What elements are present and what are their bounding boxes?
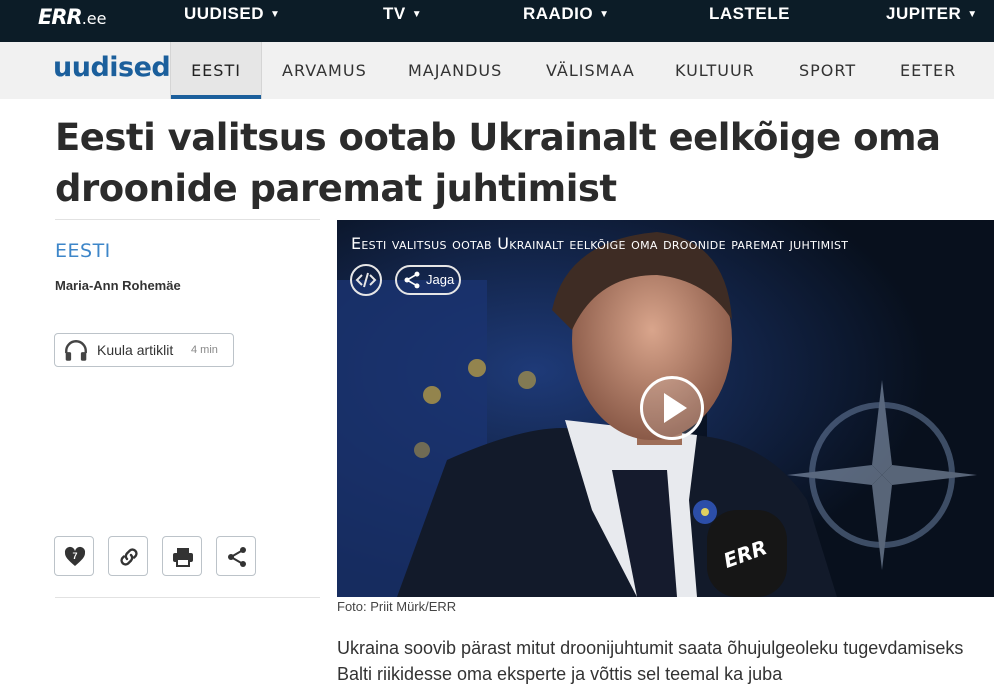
- video-share-button[interactable]: Jaga: [395, 265, 461, 295]
- article-author[interactable]: Maria-Ann Rohemäe: [55, 278, 181, 293]
- tab-kultuur[interactable]: KULTUUR: [675, 42, 755, 99]
- tab-valismaa[interactable]: VÄLISMAA: [546, 42, 635, 99]
- share-icon: [228, 547, 246, 567]
- photo-caption: Foto: Priit Mürk/ERR: [337, 599, 457, 614]
- print-icon: [173, 548, 193, 567]
- video-share-label: Jaga: [426, 272, 455, 287]
- like-count: 7: [72, 551, 77, 561]
- caret-down-icon: ▼: [967, 9, 978, 20]
- article-lead: Ukraina soovib pärast mitut droonijuhtum…: [337, 638, 964, 684]
- embed-code-button[interactable]: [350, 264, 382, 296]
- uudised-brand-logo[interactable]: uudised: [53, 52, 171, 83]
- divider: [55, 597, 320, 598]
- tab-majandus[interactable]: MAJANDUS: [408, 42, 502, 99]
- caret-down-icon: ▼: [599, 9, 610, 20]
- topnav-jupiter[interactable]: JUPITER ▼: [886, 4, 978, 24]
- err-logo[interactable]: ERR.ee: [38, 5, 106, 29]
- section-navigation: uudised EESTI ARVAMUS MAJANDUS VÄLISMAA …: [0, 42, 994, 99]
- headphones-icon: [63, 338, 89, 369]
- topnav-tv[interactable]: TV ▼: [383, 4, 422, 24]
- play-icon: [664, 393, 687, 423]
- embed-code-icon: [355, 272, 377, 288]
- share-icon: [404, 271, 420, 289]
- article-category[interactable]: EESTI: [55, 240, 111, 262]
- caret-down-icon: ▼: [270, 9, 281, 20]
- article-headline: Eesti valitsus ootab Ukrainalt eelkõige …: [55, 116, 941, 210]
- video-player[interactable]: ERR Eesti valitsus ootab Ukrainalt eelkõ…: [337, 220, 994, 597]
- link-icon: [120, 548, 138, 566]
- divider: [55, 219, 320, 220]
- tab-arvamus[interactable]: ARVAMUS: [282, 42, 367, 99]
- tab-sport[interactable]: SPORT: [799, 42, 856, 99]
- topnav-lastele[interactable]: LASTELE: [709, 4, 790, 24]
- print-button[interactable]: [162, 536, 202, 576]
- listen-duration: 4 min: [191, 344, 218, 356]
- share-button[interactable]: [216, 536, 256, 576]
- video-title: Eesti valitsus ootab Ukrainalt eelkõige …: [351, 234, 849, 253]
- top-navigation-bar: ERR.ee UUDISED ▼ TV ▼ RAADIO ▼ LASTELE JUPI…: [0, 0, 994, 42]
- caret-down-icon: ▼: [411, 9, 423, 20]
- listen-article-button[interactable]: Kuula artiklit 4 min: [54, 333, 234, 367]
- listen-label: Kuula artiklit: [97, 342, 174, 358]
- copy-link-button[interactable]: [108, 536, 148, 576]
- topnav-raadio[interactable]: RAADIO ▼: [523, 4, 609, 24]
- heart-icon: 7: [64, 546, 86, 566]
- tab-eesti[interactable]: EESTI: [170, 42, 262, 99]
- like-button[interactable]: 7: [54, 536, 94, 576]
- topnav-uudised[interactable]: UUDISED ▼: [184, 4, 280, 24]
- play-button[interactable]: [640, 376, 704, 440]
- tab-eeter[interactable]: EETER: [900, 42, 956, 99]
